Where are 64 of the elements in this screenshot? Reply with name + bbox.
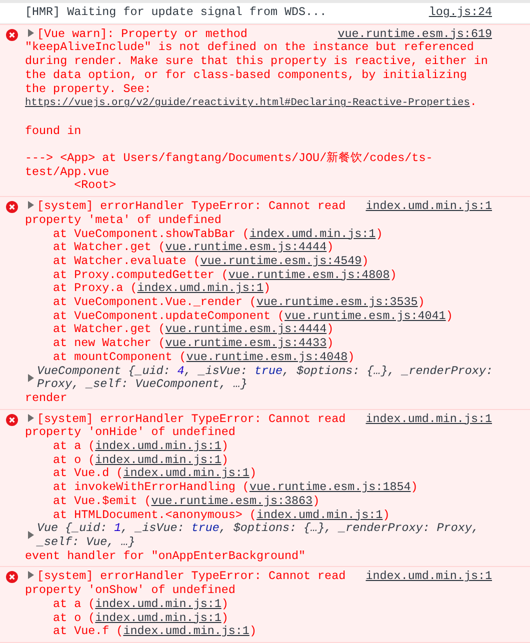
stack-frame: at VueComponent.Vue._render (vue.runtime.esm.js:3535) [25,296,492,310]
log-message: [HMR] Waiting for update signal from WDS... [25,6,327,20]
stack-frame: at VueComponent.updateComponent (vue.runtime.esm.js:4041) [25,310,492,324]
source-link[interactable]: index.umd.min.js:1 [352,412,492,426]
error-message: "keepAliveInclude" is not defined on the instance but referenced during render. Make sure that this property is reactive, either in the data option, or for class-based components, by initializing the property. See: https://vuejs.org/v2/guide/reactivity.html#Declaring-Reactive-Properties. [25,41,489,111]
source-link[interactable]: index.umd.min.js:1 [352,200,492,214]
source-link[interactable]: vue.runtime.esm.js:1854 [249,480,411,494]
source-link[interactable]: vue.runtime.esm.js:4808 [228,268,390,282]
stack-frame: at new Watcher (vue.runtime.esm.js:4433) [25,337,492,351]
error-message: [Vue warn]: Property or method [25,28,248,42]
stack-frame: at Watcher.get (vue.runtime.esm.js:4444) [25,241,492,255]
error-icon [6,571,18,584]
source-link[interactable]: vue.runtime.esm.js:3863 [151,494,313,508]
stack-frame: at Proxy.computedGetter (vue.runtime.esm.js:4808) [25,268,492,282]
stack-frame: at Proxy.a (index.umd.min.js:1) [25,282,492,296]
source-link[interactable]: index.umd.min.js:1 [123,624,250,638]
expand-arrow-icon[interactable] [28,28,34,37]
stack-frame: at mountComponent (vue.runtime.esm.js:4048) [25,350,492,365]
stack-frame: at o (index.umd.min.js:1) [25,454,492,468]
error-icon [6,414,18,426]
expand-arrow-icon[interactable] [28,414,34,422]
source-link[interactable]: index.umd.min.js:1 [123,466,250,480]
source-link[interactable]: vue.runtime.esm.js:619 [324,28,492,42]
stack-frame: at HTMLDocument.<anonymous> (index.umd.min.js:1) [25,508,492,522]
source-link[interactable]: index.umd.min.js:1 [256,508,383,522]
source-link[interactable]: vue.runtime.esm.js:4549 [200,254,362,268]
stack-frame: at Vue.d (index.umd.min.js:1) [25,467,492,482]
message-text: render [25,392,68,406]
source-link[interactable]: vue.runtime.esm.js:4433 [165,336,327,350]
expand-arrow-icon[interactable] [28,571,34,580]
stack-frame: at Watcher.evaluate (vue.runtime.esm.js:4549) [25,254,492,269]
stack-frame: at Vue.$emit (vue.runtime.esm.js:3863) [25,494,492,509]
source-link[interactable]: vue.runtime.esm.js:4041 [284,308,446,323]
link[interactable]: https://vuejs.org/v2/guide/reactivity.html#Declaring-Reactive-Properties [25,97,470,110]
expand-arrow-icon[interactable] [28,374,34,382]
component-tree-item: <Root> [73,179,118,194]
stack-frame: at VueComponent.showTabBar (index.umd.min.js:1) [25,228,492,242]
source-link[interactable]: index.umd.min.js:1 [249,226,376,241]
expand-arrow-icon[interactable] [28,201,34,210]
error-icon [6,201,18,214]
source-link[interactable]: vue.runtime.esm.js:3535 [256,295,418,310]
source-link[interactable]: vue.runtime.esm.js:4444 [165,322,327,336]
source-link[interactable]: index.umd.min.js:1 [95,596,222,611]
stack-frame: at Watcher.get (vue.runtime.esm.js:4444) [25,323,492,338]
source-link[interactable]: log.js:24 [414,6,492,20]
message-text: event handler for "onAppEnterBackground" [25,550,307,564]
source-link[interactable]: index.umd.min.js:1 [95,439,222,454]
expand-arrow-icon[interactable] [28,531,34,540]
error-icon [6,28,18,41]
stack-frame: at a (index.umd.min.js:1) [25,598,492,612]
source-link[interactable]: index.umd.min.js:1 [95,452,222,467]
source-link[interactable]: index.umd.min.js:1 [95,610,222,624]
source-link[interactable]: index.umd.min.js:1 [352,570,492,584]
stack-frame: at invokeWithErrorHandling (vue.runtime.esm.js:1854) [25,481,492,495]
message-text: found in [25,124,82,138]
message-text: ---> <App> at Users/fangtang/Documents/JOU/新餐饮/codes/ts-test/App.vue [25,152,434,180]
source-link[interactable]: vue.runtime.esm.js:4048 [186,350,348,364]
stack-frame: at a (index.umd.min.js:1) [25,440,492,454]
object-preview[interactable]: VueComponent {_uid: 4, _isVue: true, $options: {…}, _renderProxy: Proxy, _self: VueComponent, …} [37,364,499,392]
stack-frame: at Vue.f (index.umd.min.js:1) [25,625,492,639]
source-link[interactable]: index.umd.min.js:1 [137,281,264,296]
stack-frame: at o (index.umd.min.js:1) [25,612,492,626]
source-link[interactable]: vue.runtime.esm.js:4444 [165,240,327,254]
object-preview[interactable]: Vue {_uid: 1, _isVue: true, $options: {…}, _renderProxy: Proxy, _self: Vue, …} [37,522,499,550]
